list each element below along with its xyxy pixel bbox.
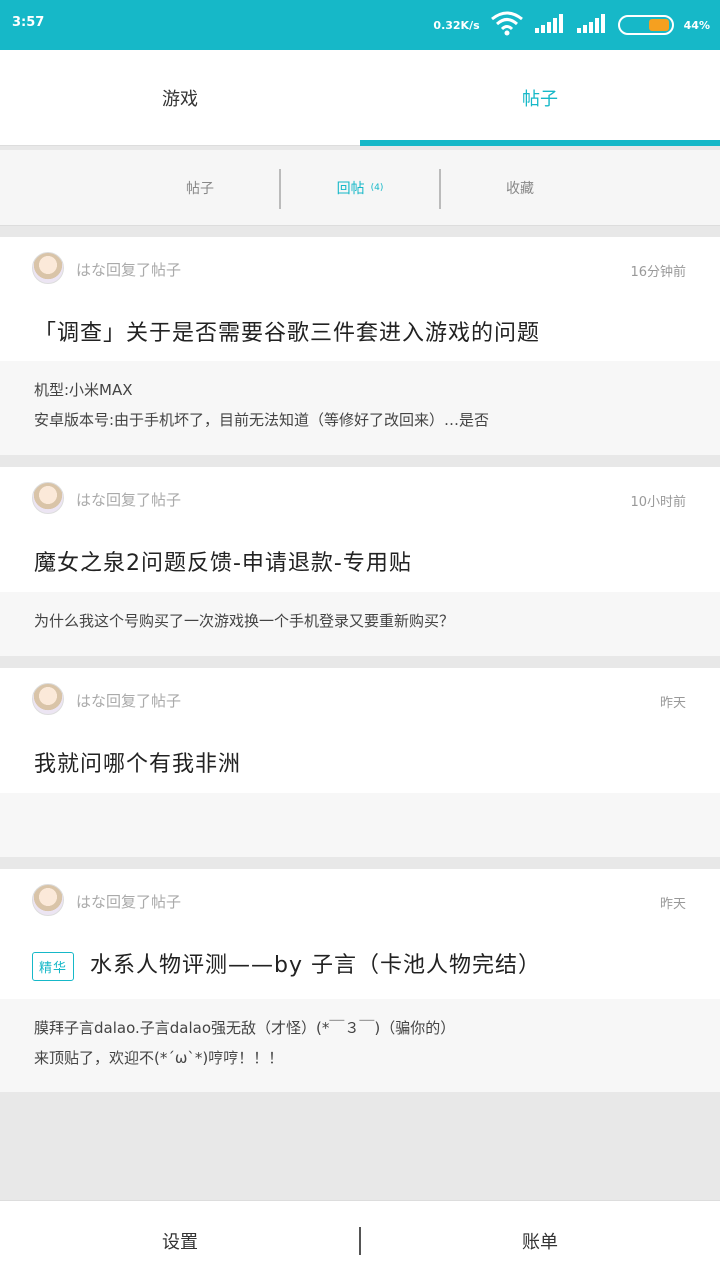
post-excerpt[interactable]: 机型:小米MAX 安卓版本号:由于手机坏了，目前无法知道（等修好了改回来）…是否 bbox=[0, 361, 720, 455]
status-right: 0.32K/s 44% bbox=[433, 10, 710, 40]
post-title[interactable]: 精华 水系人物评测——by 子言（卡池人物完结） bbox=[32, 947, 541, 981]
post-excerpt[interactable] bbox=[0, 793, 720, 857]
subtab-favorites[interactable]: 收藏 bbox=[440, 150, 600, 226]
bottom-bar: 设置 账单 bbox=[0, 1200, 720, 1280]
post-card[interactable]: はな回复了帖子 昨天 精华 水系人物评测——by 子言（卡池人物完结） 膜拜子言d… bbox=[0, 869, 720, 1092]
post-excerpt-line: 机型:小米MAX bbox=[34, 381, 133, 399]
status-bar: 3:57 0.32K/s 44% bbox=[0, 0, 720, 50]
avatar[interactable] bbox=[32, 482, 64, 514]
subtab-favorites-label: 收藏 bbox=[506, 181, 534, 197]
post-title[interactable]: 魔女之泉2问题反馈-申请退款-专用贴 bbox=[34, 545, 412, 577]
post-header: はな回复了帖子 16分钟前 bbox=[0, 237, 720, 297]
net-speed: 0.32K/s bbox=[433, 18, 480, 32]
top-tabs: 游戏 帖子 bbox=[0, 50, 720, 146]
subtab-replies-label: 回帖 bbox=[336, 181, 365, 197]
post-excerpt-line: 来顶贴了，欢迎不(*´ω`*)哼哼！！！ bbox=[34, 1049, 284, 1067]
post-excerpt[interactable]: 膜拜子言dalao.子言dalao强无敌（才怪）(*￣３￣)（骗你的） 来顶贴了… bbox=[0, 999, 720, 1092]
post-card[interactable]: はな回复了帖子 昨天 我就问哪个有我非洲 bbox=[0, 668, 720, 857]
battery-icon bbox=[617, 15, 674, 35]
sub-tabs: 帖子 回帖 (4) 收藏 bbox=[0, 150, 720, 226]
tab-posts[interactable]: 帖子 bbox=[360, 50, 720, 146]
post-card[interactable]: はな回复了帖子 10小时前 魔女之泉2问题反馈-申请退款-专用贴 为什么我这个号… bbox=[0, 467, 720, 656]
settings-button[interactable]: 设置 bbox=[0, 1201, 360, 1280]
post-title[interactable]: 我就问哪个有我非洲 bbox=[34, 746, 241, 778]
post-time: 昨天 bbox=[659, 897, 686, 912]
post-meta: はな回复了帖子 bbox=[76, 491, 182, 509]
post-header: はな回复了帖子 昨天 bbox=[0, 668, 720, 728]
signal-icon bbox=[534, 12, 566, 38]
post-excerpt-line: 为什么我这个号购买了一次游戏换一个手机登录又要重新购买？ bbox=[34, 612, 455, 630]
post-title[interactable]: 「调查」关于是否需要谷歌三件套进入游戏的问题 bbox=[34, 315, 540, 347]
post-time: 昨天 bbox=[659, 696, 686, 711]
featured-badge: 精华 bbox=[32, 951, 75, 981]
post-header: はな回复了帖子 昨天 bbox=[0, 869, 720, 929]
post-excerpt[interactable]: 为什么我这个号购买了一次游戏换一个手机登录又要重新购买？ bbox=[0, 592, 720, 656]
subtab-posts-label: 帖子 bbox=[186, 181, 214, 197]
status-time: 3:57 bbox=[12, 15, 45, 30]
avatar[interactable] bbox=[32, 884, 64, 916]
avatar[interactable] bbox=[32, 252, 64, 284]
subtab-replies[interactable]: 回帖 (4) bbox=[280, 150, 440, 226]
subtab-replies-count: (4) bbox=[370, 183, 384, 193]
battery-percent: 44% bbox=[683, 18, 710, 32]
post-header: はな回复了帖子 10小时前 bbox=[0, 467, 720, 527]
bill-button[interactable]: 账单 bbox=[360, 1201, 720, 1280]
battery-level bbox=[648, 19, 669, 31]
post-meta: はな回复了帖子 bbox=[76, 692, 182, 710]
avatar[interactable] bbox=[32, 683, 64, 715]
post-meta: はな回复了帖子 bbox=[76, 261, 182, 279]
post-excerpt-line: 安卓版本号:由于手机坏了，目前无法知道（等修好了改回来）…是否 bbox=[34, 411, 490, 429]
post-time: 16分钟前 bbox=[630, 265, 686, 280]
post-meta: はな回复了帖子 bbox=[76, 893, 182, 911]
signal-icon bbox=[576, 12, 608, 38]
post-excerpt-line: 膜拜子言dalao.子言dalao强无敌（才怪）(*￣３￣)（骗你的） bbox=[34, 1019, 456, 1037]
post-title-text: 水系人物评测——by 子言（卡池人物完结） bbox=[90, 953, 541, 978]
tab-games[interactable]: 游戏 bbox=[0, 50, 360, 146]
post-time: 10小时前 bbox=[630, 495, 686, 510]
subtab-posts[interactable]: 帖子 bbox=[120, 150, 280, 226]
post-card[interactable]: はな回复了帖子 16分钟前 「调查」关于是否需要谷歌三件套进入游戏的问题 机型:… bbox=[0, 237, 720, 455]
wifi-icon bbox=[490, 10, 524, 40]
